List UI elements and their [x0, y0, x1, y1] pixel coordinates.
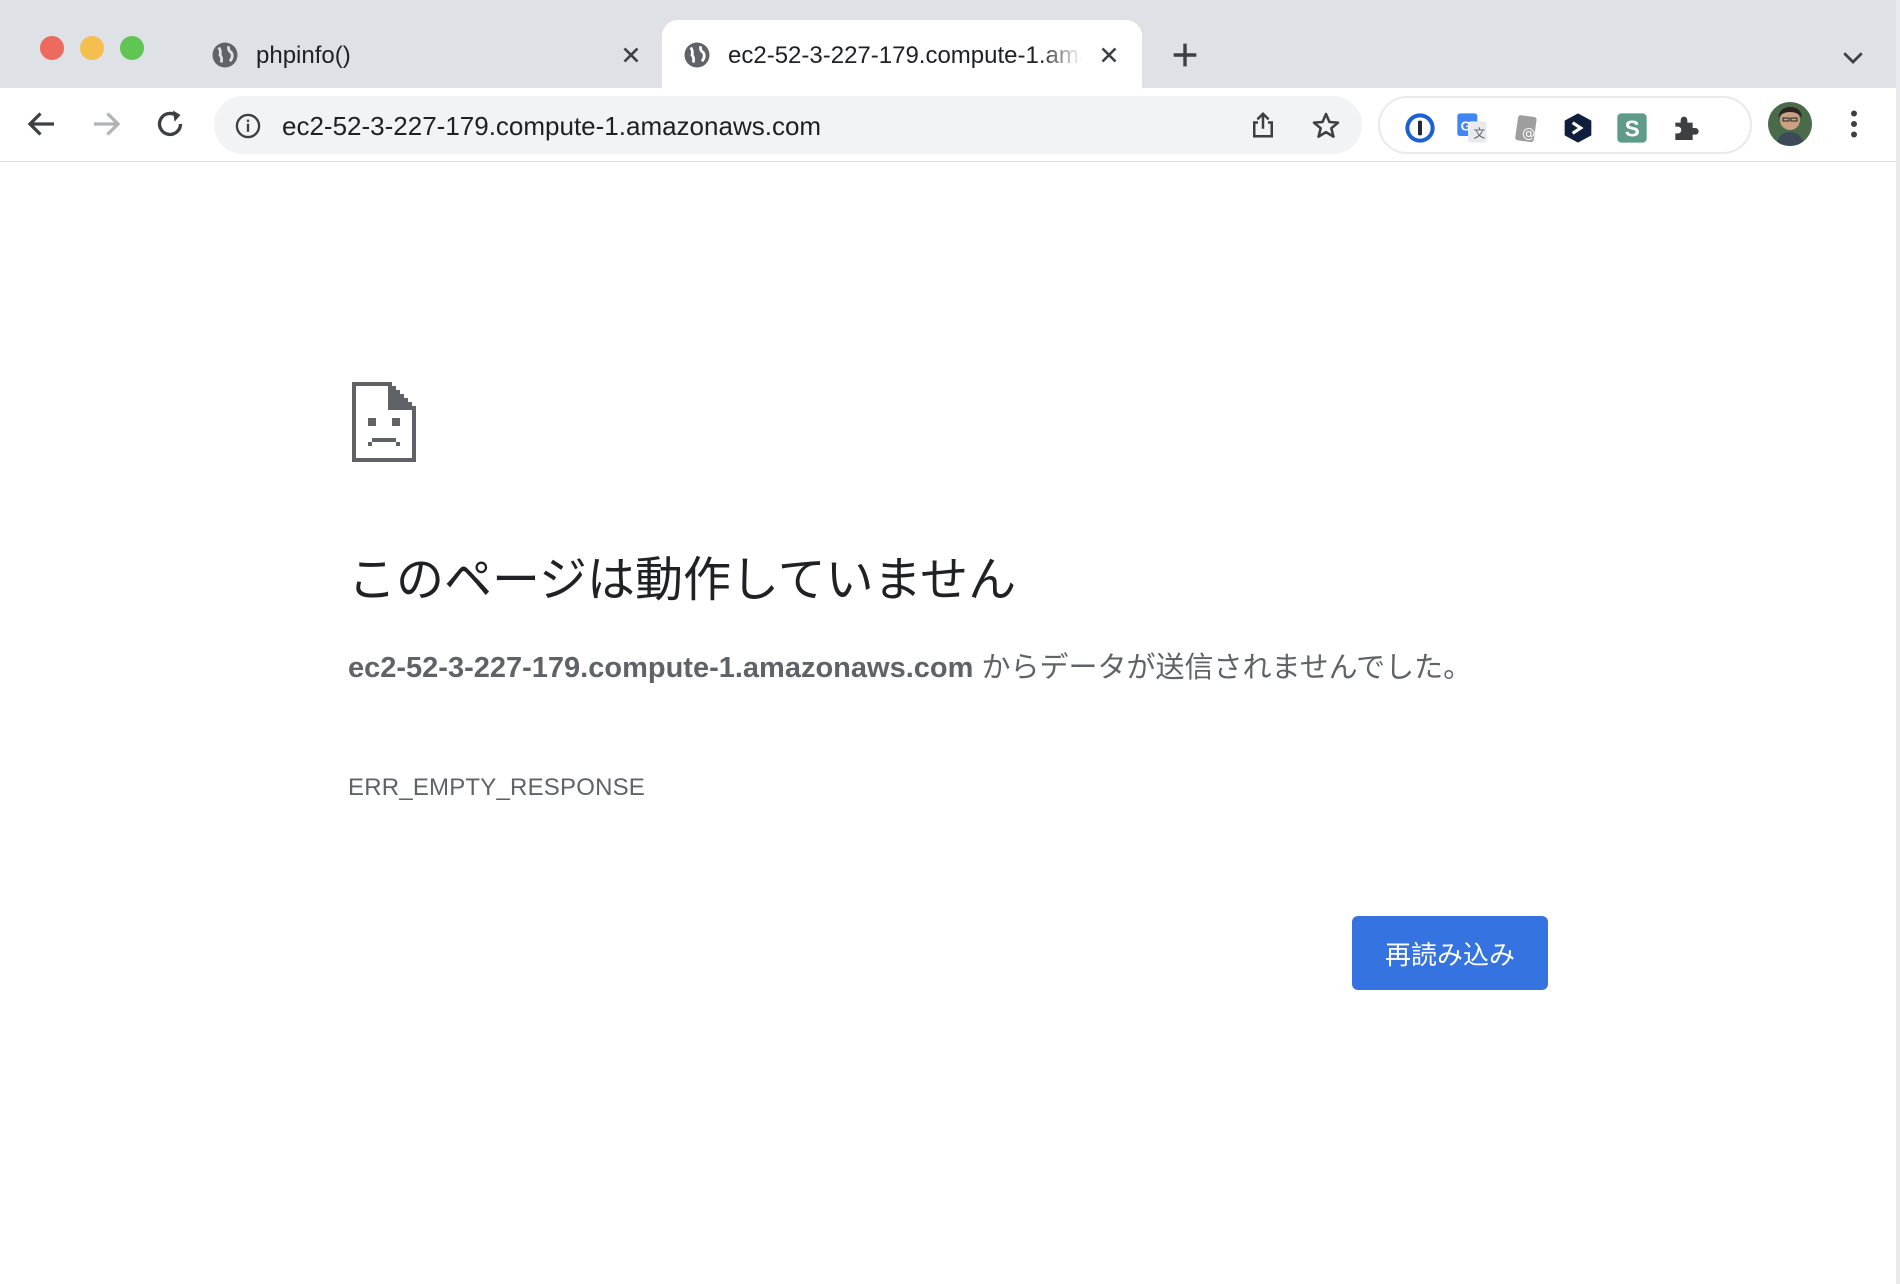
1password-icon[interactable]: [1404, 112, 1436, 144]
tab-phpinfo[interactable]: phpinfo(): [190, 20, 652, 88]
extensions-area: G 文 @ S: [1378, 96, 1752, 154]
close-window-button[interactable]: [40, 36, 64, 60]
tab-title: ec2-52-3-227-179.compute-1.amazonaws.com: [728, 42, 1082, 69]
error-detail: ec2-52-3-227-179.compute-1.amazonaws.com…: [348, 644, 1518, 692]
window-edge: [1896, 0, 1900, 1284]
minimize-window-button[interactable]: [80, 36, 104, 60]
terminal-extension-icon[interactable]: [1562, 112, 1594, 144]
svg-text:S: S: [1625, 116, 1640, 142]
kebab-menu-icon[interactable]: [1836, 106, 1872, 142]
puzzle-icon[interactable]: [1670, 112, 1702, 144]
mail-icon[interactable]: @: [1510, 112, 1542, 144]
new-tab-icon[interactable]: [1168, 38, 1202, 72]
tab-strip: phpinfo() ec2-52-3-227-179.compute-1.ama…: [0, 0, 1900, 88]
sad-page-icon: [352, 382, 416, 462]
error-message: からデータが送信されませんでした。: [973, 652, 1473, 684]
zoom-window-button[interactable]: [120, 36, 144, 60]
address-bar[interactable]: ec2-52-3-227-179.compute-1.amazonaws.com: [214, 96, 1362, 154]
info-icon[interactable]: [234, 112, 262, 140]
error-host: ec2-52-3-227-179.compute-1.amazonaws.com: [348, 652, 974, 684]
google-translate-icon[interactable]: G 文: [1456, 112, 1488, 144]
profile-photo: [1768, 102, 1812, 146]
close-icon[interactable]: [618, 42, 644, 68]
avatar[interactable]: [1768, 102, 1812, 146]
tab-title: phpinfo(): [256, 42, 351, 69]
reload-button[interactable]: 再読み込み: [1352, 916, 1548, 990]
error-code[interactable]: ERR_EMPTY_RESPONSE: [348, 774, 645, 802]
reload-icon[interactable]: [152, 106, 188, 142]
browser-toolbar: ec2-52-3-227-179.compute-1.amazonaws.com…: [0, 88, 1900, 162]
globe-icon: [684, 42, 710, 68]
tab-ec2[interactable]: ec2-52-3-227-179.compute-1.amazonaws.com: [662, 20, 1142, 88]
s-extension-icon[interactable]: S: [1616, 112, 1648, 144]
svg-text:G: G: [1461, 119, 1471, 134]
close-icon[interactable]: [1096, 42, 1122, 68]
chevron-down-icon[interactable]: [1838, 42, 1868, 72]
forward-icon[interactable]: [88, 106, 124, 142]
url-text[interactable]: ec2-52-3-227-179.compute-1.amazonaws.com: [282, 111, 821, 142]
globe-icon: [212, 42, 238, 68]
svg-text:文: 文: [1473, 125, 1485, 140]
back-icon[interactable]: [24, 106, 60, 142]
error-heading: このページは動作していません: [348, 554, 1017, 607]
svg-text:@: @: [1522, 126, 1535, 141]
share-icon[interactable]: [1248, 110, 1278, 140]
bookmark-star-icon[interactable]: [1310, 110, 1342, 142]
error-page: このページは動作していません ec2-52-3-227-179.compute-…: [0, 162, 1900, 1284]
